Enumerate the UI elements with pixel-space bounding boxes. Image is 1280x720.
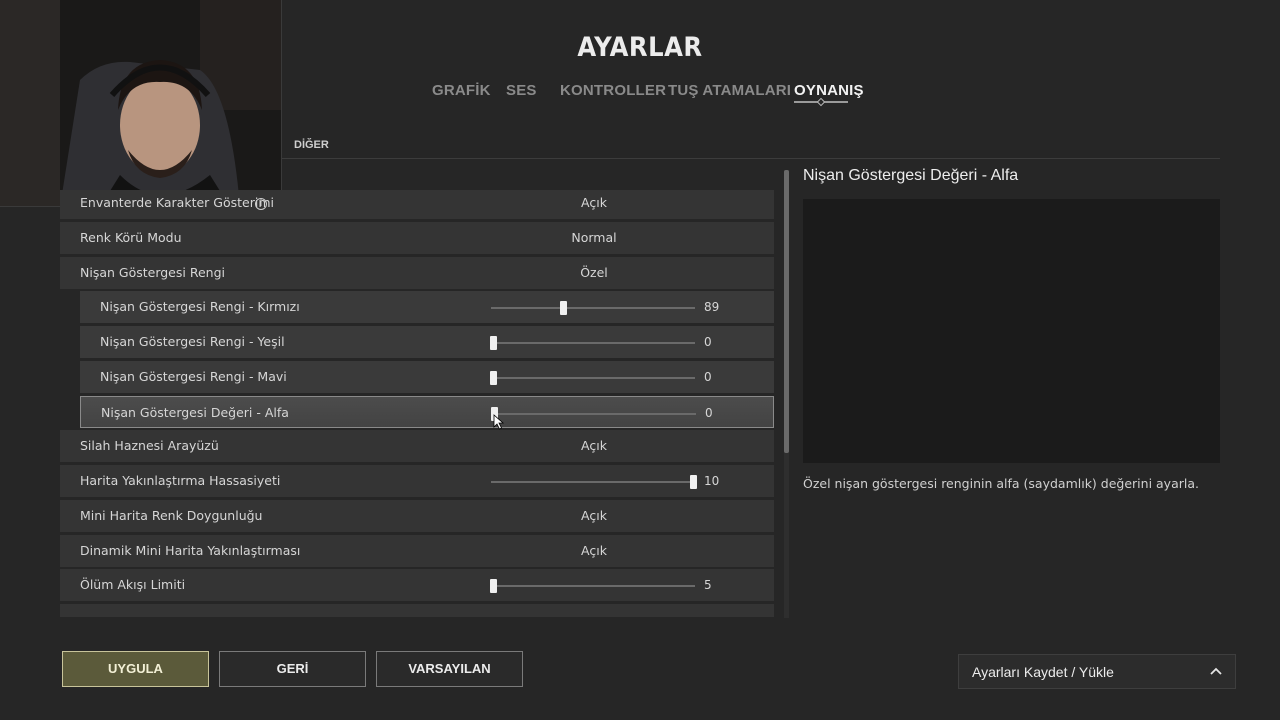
setting-value[interactable]: Açık	[494, 543, 694, 558]
section-divider	[282, 158, 1220, 159]
setting-label: Mini Harita Renk Doygunluğu	[80, 507, 263, 523]
settings-row[interactable]: Nişan Göstergesi Rengi - Yeşil 0	[80, 326, 774, 358]
slider-value: 89	[704, 300, 720, 315]
detail-description: Özel nişan göstergesi renginin alfa (say…	[803, 476, 1199, 491]
slider-thumb[interactable]	[490, 579, 497, 594]
slider-track[interactable]	[491, 376, 695, 379]
slider-thumb[interactable]	[490, 336, 497, 350]
default-button[interactable]: VARSAYILAN	[376, 651, 523, 687]
info-icon[interactable]: i	[255, 198, 267, 210]
setting-label: Nişan Göstergesi Rengi - Yeşil	[100, 334, 285, 349]
tab-kontroller[interactable]: KONTROLLER	[560, 82, 666, 99]
slider-track[interactable]	[491, 342, 695, 344]
settings-tabs: GRAFİK SES KONTROLLER TUŞ ATAMALARI OYNA…	[0, 82, 1280, 108]
setting-label: Envanterde Karakter Gösterimi	[80, 195, 274, 210]
setting-value[interactable]: Açık	[494, 508, 694, 523]
setting-value[interactable]: Açık	[494, 195, 694, 210]
tab-ses[interactable]: SES	[506, 82, 537, 99]
setting-value[interactable]: Açık	[494, 438, 694, 453]
setting-label: Nişan Göstergesi Rengi - Mavi	[100, 368, 287, 384]
tab-tus-atamalari[interactable]: TUŞ ATAMALARI	[668, 82, 791, 99]
setting-label: Harita Yakınlaştırma Hassasiyeti	[80, 473, 281, 488]
slider-thumb[interactable]	[490, 370, 497, 385]
slider-thumb[interactable]	[560, 301, 567, 316]
setting-label: Nişan Göstergesi Değeri - Alfa	[101, 404, 289, 420]
slider-track[interactable]	[492, 412, 696, 415]
settings-row-partial[interactable]	[60, 604, 774, 617]
settings-row[interactable]: Ölüm Akışı Limiti 5	[60, 569, 774, 602]
scrollbar-thumb[interactable]	[784, 170, 789, 453]
settings-row[interactable]: Nişan Göstergesi Rengi Özel	[60, 256, 774, 289]
settings-row[interactable]: Renk Körü Modu Normal	[60, 221, 774, 254]
setting-label: Nişan Göstergesi Rengi - Kırmızı	[100, 299, 300, 315]
settings-scrollbar[interactable]	[784, 170, 789, 618]
slider-value: 0	[704, 369, 712, 384]
detail-title: Nişan Göstergesi Değeri - Alfa	[803, 167, 1019, 184]
apply-button[interactable]: UYGULA	[62, 651, 209, 687]
setting-label: Renk Körü Modu	[80, 229, 182, 245]
setting-label: Ölüm Akışı Limiti	[80, 577, 186, 593]
settings-row[interactable]: Envanterde Karakter Gösterimi i Açık	[60, 190, 774, 219]
settings-row[interactable]: Silah Haznesi Arayüzü Açık	[60, 430, 774, 463]
tab-grafik[interactable]: GRAFİK	[432, 82, 491, 99]
setting-label: Silah Haznesi Arayüzü	[80, 438, 219, 454]
settings-row[interactable]: Nişan Göstergesi Rengi - Mavi 0	[80, 360, 774, 393]
section-label: DİĞER	[294, 139, 329, 151]
slider-track[interactable]	[491, 481, 695, 483]
save-load-label: Ayarları Kaydet / Yükle	[972, 664, 1114, 680]
page-title: AYARLAR	[577, 32, 703, 63]
chevron-up-icon	[1210, 667, 1222, 675]
slider-value: 5	[704, 578, 712, 593]
settings-list[interactable]: Envanterde Karakter Gösterimi i Açık Renk K…	[60, 190, 774, 617]
setting-label: Nişan Göstergesi Rengi	[80, 264, 225, 280]
settings-row[interactable]: Dinamik Mini Harita Yakınlaştırması Açık	[60, 534, 774, 567]
slider-value: 10	[704, 474, 720, 488]
save-load-dropdown[interactable]: Ayarları Kaydet / Yükle	[958, 654, 1236, 689]
settings-row[interactable]: Nişan Göstergesi Değeri - Alfa 0	[80, 395, 774, 428]
slider-track[interactable]	[491, 307, 695, 310]
back-button[interactable]: GERİ	[219, 651, 366, 687]
setting-label: Dinamik Mini Harita Yakınlaştırması	[80, 542, 301, 558]
settings-row[interactable]: Nişan Göstergesi Rengi - Kırmızı 89	[80, 291, 774, 324]
settings-row[interactable]: Harita Yakınlaştırma Hassasiyeti 10	[60, 465, 774, 497]
slider-thumb[interactable]	[690, 475, 697, 489]
tab-oynanis[interactable]: OYNANIŞ	[794, 82, 864, 99]
setting-value[interactable]: Özel	[494, 265, 694, 280]
slider-track[interactable]	[491, 585, 695, 588]
crosshair-preview	[803, 199, 1220, 463]
slider-value: 0	[704, 335, 712, 349]
slider-value: 0	[705, 405, 713, 420]
setting-value[interactable]: Normal	[494, 230, 694, 245]
settings-row[interactable]: Mini Harita Renk Doygunluğu Açık	[60, 499, 774, 532]
mouse-cursor-icon	[493, 414, 505, 430]
